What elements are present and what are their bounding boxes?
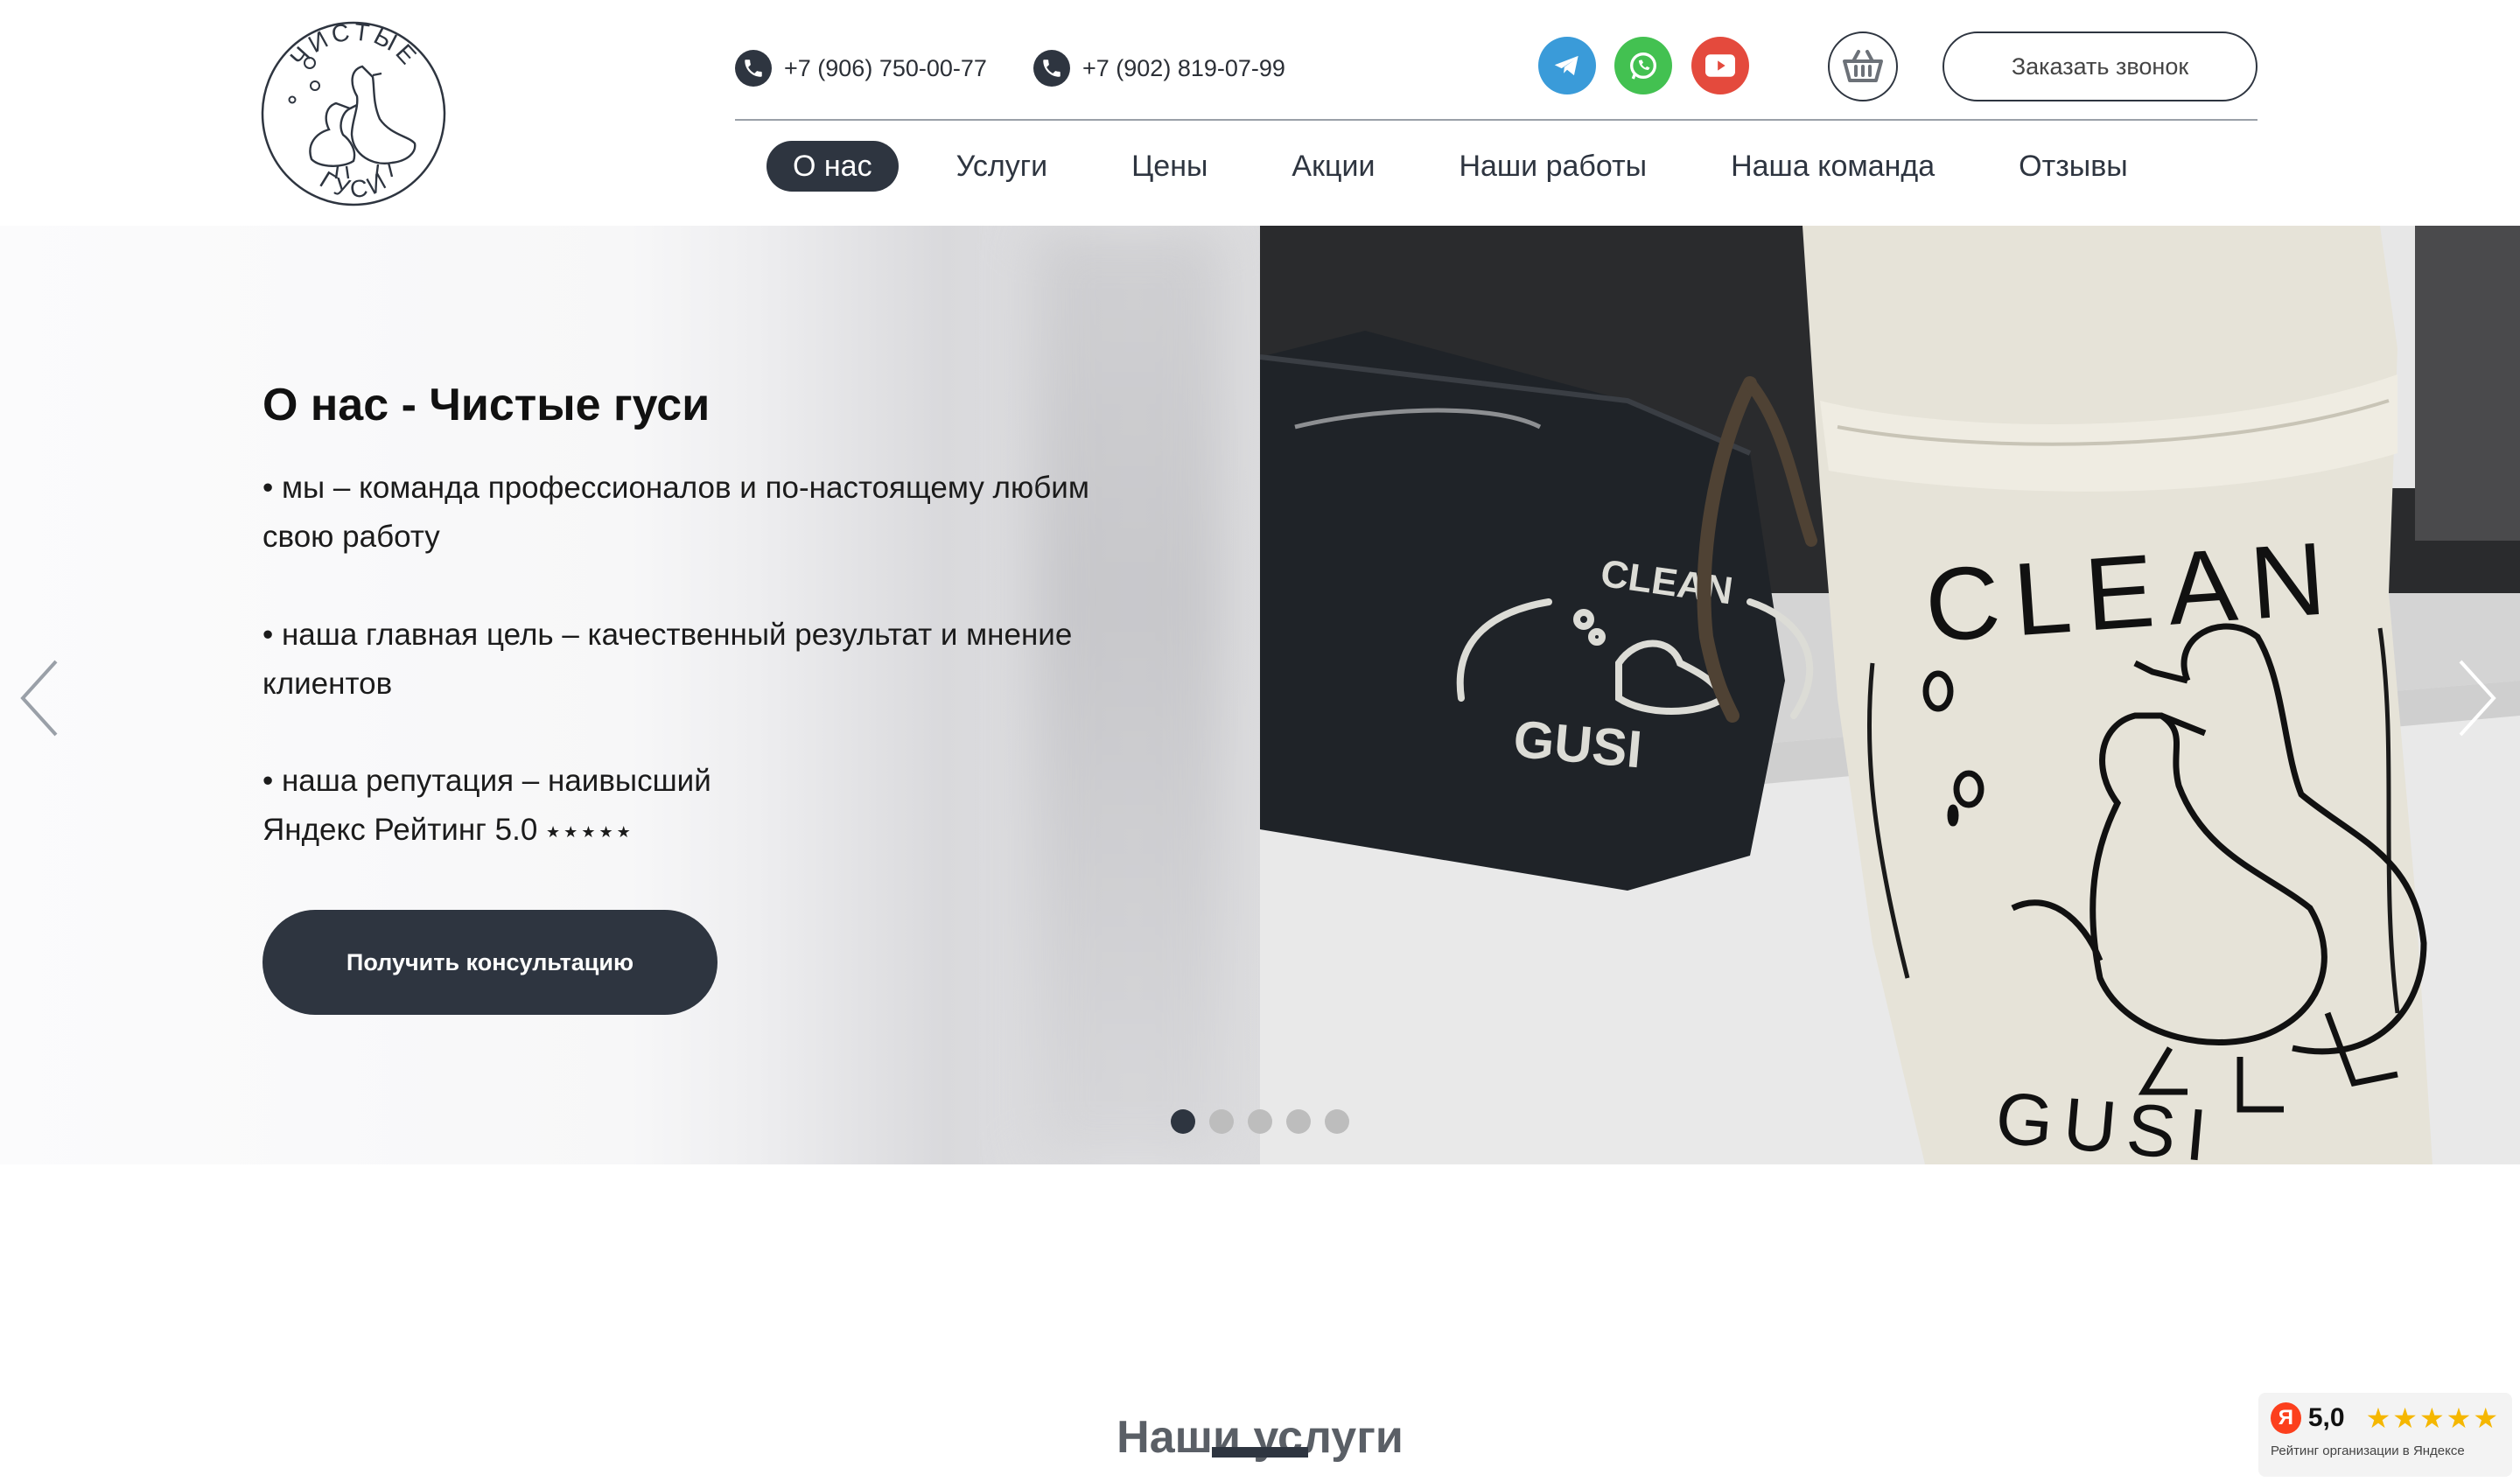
nav-item-reviews[interactable]: Отзывы	[1992, 141, 2154, 192]
rating-stars-icon: ★★★★★	[2365, 1402, 2500, 1434]
hero-slider: CLEAN GUSI CLEAN GUSI О нас - Чистые гус	[0, 226, 2520, 1164]
hero-bullet-2: • наша главная цель – качественный резул…	[262, 618, 1073, 701]
logo[interactable]: ЧИСТЫЕ ГУСИ	[259, 12, 448, 210]
nav-item-prices[interactable]: Цены	[1105, 141, 1234, 192]
basket-icon	[1843, 50, 1883, 82]
hero-bullet-3: • наша репутация – наивысший Яндекс Рейт…	[262, 757, 1155, 856]
rating-stars-icon: ★★★★★	[546, 822, 634, 841]
phone-number-2: +7 (902) 819-07-99	[1082, 54, 1285, 81]
logo-top-text: ЧИСТЫЕ	[285, 17, 421, 72]
rating-score: 5,0	[2307, 1403, 2345, 1432]
slider-dot-5[interactable]	[1325, 1109, 1349, 1134]
rating-caption: Рейтинг организации в Яндексе	[2271, 1444, 2465, 1458]
get-consultation-button[interactable]: Получить консультацию	[262, 910, 718, 1015]
yandex-rating-text: Яндекс Рейтинг 5.0	[262, 813, 538, 847]
order-call-button[interactable]: Заказать звонок	[1942, 31, 2258, 101]
phone-number-1: +7 (906) 750-00-77	[784, 54, 987, 81]
yandex-logo-icon: Я	[2271, 1402, 2301, 1434]
hero-bullet-3-text: • наша репутация – наивысший	[262, 764, 711, 798]
slider-prev-arrow-icon[interactable]	[14, 654, 66, 742]
nav-item-our-works[interactable]: Наши работы	[1432, 141, 1673, 192]
hero-photo: CLEAN GUSI CLEAN GUSI	[1260, 226, 2520, 1164]
slider-dot-4[interactable]	[1286, 1109, 1311, 1134]
yandex-rating-badge[interactable]: Я 5,0 ★★★★★ Рейтинг организации в Яндекс…	[2258, 1393, 2512, 1477]
phone-link-1[interactable]: +7 (906) 750-00-77	[735, 47, 987, 89]
slider-dot-3[interactable]	[1248, 1109, 1272, 1134]
slider-dot-1[interactable]	[1171, 1109, 1195, 1134]
youtube-icon[interactable]	[1691, 37, 1749, 94]
header-divider	[735, 119, 2258, 121]
svg-text:ГУСИ: ГУСИ	[315, 165, 394, 203]
shirt-print-bottom: GUSI	[1511, 710, 1644, 779]
hero-bullet-1: • мы – команда профессионалов и по-насто…	[262, 471, 1089, 554]
telegram-icon[interactable]	[1538, 37, 1596, 94]
services-title-underline	[1212, 1447, 1308, 1458]
logo-goose-icon: ЧИСТЫЕ ГУСИ	[261, 17, 446, 206]
main-nav: О нас Услуги Цены Акции Наши работы Наша…	[766, 140, 2186, 192]
nav-item-our-team[interactable]: Наша команда	[1704, 141, 1961, 192]
yandex-rating-line: Яндекс Рейтинг 5.0 ★★★★★	[262, 806, 1155, 856]
whatsapp-icon[interactable]	[1614, 37, 1672, 94]
phone-icon	[735, 50, 772, 87]
nav-item-about[interactable]: О нас	[766, 141, 899, 192]
hero-title: О нас - Чистые гуси	[262, 379, 710, 430]
site-header: ЧИСТЫЕ ГУСИ +7 (906) 750-00-77 +7 (902) …	[0, 0, 2520, 226]
logo-bottom-text: ГУСИ	[315, 165, 390, 203]
slider-next-arrow-icon[interactable]	[2450, 654, 2502, 742]
phone-link-2[interactable]: +7 (902) 819-07-99	[1033, 47, 1285, 89]
svg-text:ЧИСТЫЕ: ЧИСТЫЕ	[285, 17, 424, 72]
cart-button[interactable]	[1828, 31, 1898, 101]
slider-dots	[1171, 1109, 1349, 1134]
slider-dot-2[interactable]	[1209, 1109, 1234, 1134]
nav-item-services[interactable]: Услуги	[930, 141, 1074, 192]
nav-item-promotions[interactable]: Акции	[1265, 141, 1401, 192]
phone-icon	[1033, 50, 1070, 87]
